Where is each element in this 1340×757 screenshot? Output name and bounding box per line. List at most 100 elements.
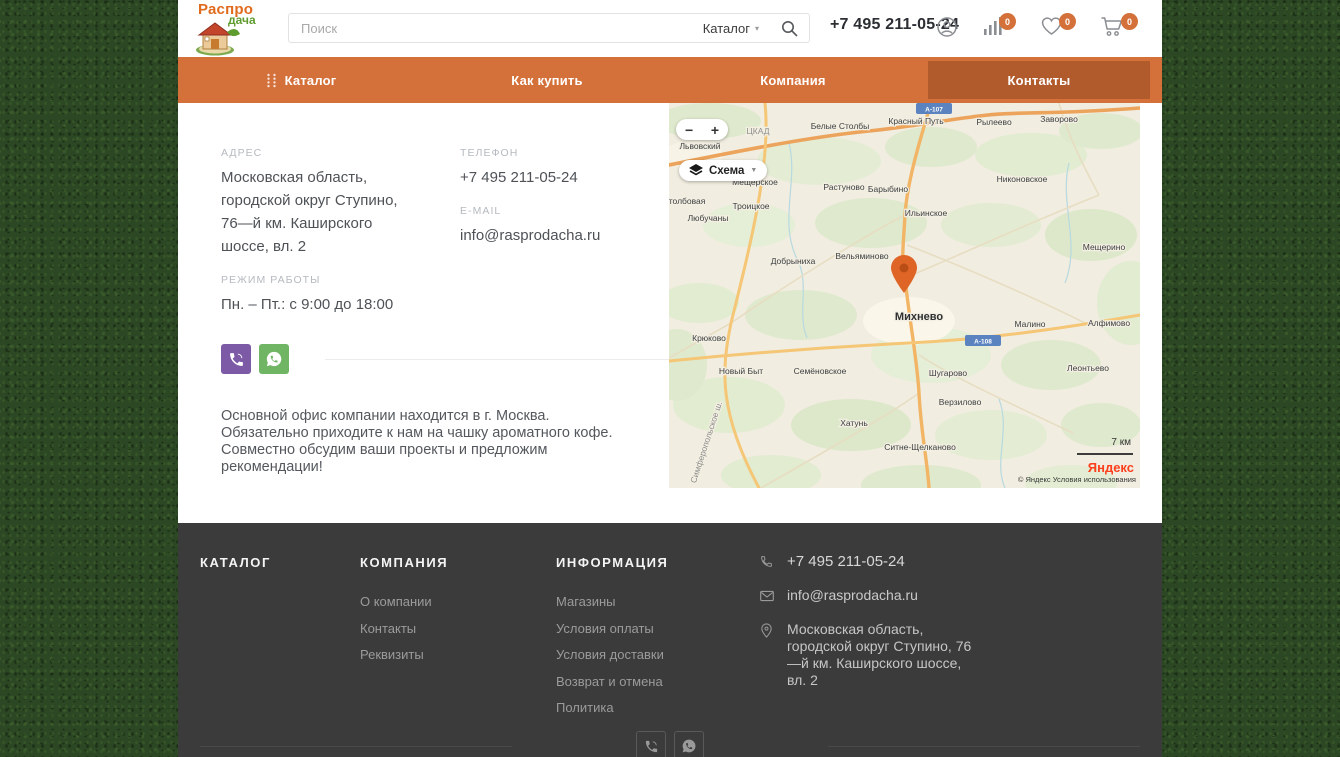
header-icons: 0 0 0 [936,13,1138,38]
map-place-label: Белые Столбы [811,121,870,131]
map-place-label: Михнево [895,311,943,323]
office-description: Основной офис компании находится в г. Мо… [221,408,641,476]
map-place-label: Алфимово [1088,318,1130,328]
footer-viber-button[interactable] [636,731,666,757]
compare-count-badge: 0 [999,13,1016,30]
map-layer-button[interactable]: Схема ▼ [679,160,767,181]
map-place-label: Малино [1014,319,1045,329]
nav-label: Компания [760,73,825,88]
chevron-down-icon: ▾ [755,24,759,33]
cart-button[interactable]: 0 [1100,13,1138,37]
phone-call-icon [228,351,245,368]
logo-house-icon [194,20,240,56]
compare-button[interactable]: 0 [982,13,1016,36]
map-place-label: Новый Быт [719,366,763,376]
map-place-label: Красный Путь [888,116,944,126]
footer-address: Московская область, городской округ Ступ… [787,621,977,689]
logo[interactable]: Распро дача [188,1,272,56]
footer: КАТАЛОГ КОМПАНИЯ О компанииКонтактыРекви… [178,523,1162,757]
address-label: АДРЕС [221,147,416,159]
map-place-label: Львовский [679,141,720,151]
user-icon [936,16,958,38]
search-button[interactable] [769,14,809,42]
map-attribution[interactable]: © Яндекс Условия использования [1018,475,1136,484]
map-place-label: Заворово [1040,114,1078,124]
footer-phone-row[interactable]: +7 495 211-05-24 [760,553,1000,573]
description-line: Совместно обсудим ваши проекты и предлож… [221,442,641,476]
layers-icon [689,164,703,177]
email-label: E-MAIL [460,205,640,217]
map-place-label: Хатунь [840,418,868,428]
footer-address-row: Московская область, городской округ Ступ… [760,621,1000,689]
viber-button[interactable] [221,344,251,374]
favorites-count-badge: 0 [1059,13,1076,30]
search-category-select[interactable]: Каталог ▾ [693,21,769,36]
nav-label: Каталог [285,73,337,88]
cart-count-badge: 0 [1121,13,1138,30]
footer-link[interactable]: Реквизиты [360,645,556,665]
svg-text:А-108: А-108 [974,339,992,346]
search-category-label: Каталог [703,21,750,36]
phone-icon [760,555,773,568]
map-place-label: Семёновское [794,366,847,376]
footer-column-company: КОМПАНИЯ О компанииКонтактыРеквизиты [360,555,556,725]
map-place-label: Шугарово [929,368,968,378]
footer-column-catalog: КАТАЛОГ [200,555,360,725]
search-bar: Каталог ▾ [288,13,810,43]
yandex-map[interactable]: ЛьвовскийЦКАДБелые СтолбыКрасный ПутьРыл… [669,103,1140,488]
nav-item-how-to-buy[interactable]: Как купить [511,73,582,88]
footer-column-title: ИНФОРМАЦИЯ [556,555,759,570]
nav-label: Как купить [511,73,582,88]
footer-email: info@rasprodacha.ru [787,587,918,603]
hours-label: РЕЖИМ РАБОТЫ [221,274,416,286]
footer-link[interactable]: Возврат и отмена [556,672,759,692]
footer-link[interactable]: Условия доставки [556,645,759,665]
footer-email-row[interactable]: info@rasprodacha.ru [760,587,1000,607]
nav-label: Контакты [1008,73,1071,88]
header: Распро дача Каталог ▾ [178,0,1162,57]
map-zoom-control: − + [676,119,728,140]
zoom-in-button[interactable]: + [711,123,719,137]
email-value[interactable]: info@rasprodacha.ru [460,224,640,247]
nav-item-company[interactable]: Компания [760,73,825,88]
svg-text:А-107: А-107 [925,107,943,114]
footer-link[interactable]: Политика [556,698,759,718]
account-button[interactable] [936,13,958,38]
footer-contacts: +7 495 211-05-24 info@rasprodacha.ru [760,553,1000,703]
map-place-label: Троицкое [732,201,769,211]
yandex-logo[interactable]: Яндекс [1088,460,1134,475]
road-badge: А-107 [916,103,952,114]
map-place-label: Никоновское [997,174,1048,184]
whatsapp-button[interactable] [259,344,289,374]
footer-phone: +7 495 211-05-24 [787,553,905,570]
favorites-button[interactable]: 0 [1040,13,1076,36]
zoom-out-button[interactable]: − [685,123,693,137]
divider [200,746,512,747]
map-place-label: Верзилово [939,397,982,407]
map-place-label: Мещерино [1083,242,1126,252]
main-nav: Каталог Как купить Компания Контакты [178,57,1162,103]
search-input[interactable] [289,21,693,36]
map-place-label: Любучаны [688,213,729,223]
footer-link[interactable]: Условия оплаты [556,619,759,639]
footer-link[interactable]: Контакты [360,619,556,639]
map-scale-label: 7 км [1111,437,1131,448]
chevron-down-icon: ▼ [750,167,757,174]
nav-item-catalog[interactable]: Каталог [266,73,337,88]
road-badge: А-108 [965,335,1001,346]
whatsapp-icon [681,738,697,754]
grid-icon [266,73,277,88]
footer-column-info: ИНФОРМАЦИЯ Магазины Условия оплаты Условия… [556,555,759,725]
map-place-label: Ситне-Щелканово [884,442,956,452]
map-place-label: Барыбино [868,184,908,194]
nav-item-contacts-active[interactable]: Контакты [928,61,1150,99]
contact-info-block: АДРЕС Московская область, городской окру… [221,147,641,476]
footer-whatsapp-button[interactable] [674,731,704,757]
footer-link[interactable]: О компании [360,592,556,612]
map-scale-bar [1077,453,1133,455]
map-place-label: Столбовая [669,196,706,206]
location-pin-icon [760,623,773,638]
footer-link[interactable]: Магазины [556,592,759,612]
map-place-label: Ильинское [905,208,948,218]
phone-value[interactable]: +7 495 211-05-24 [460,166,640,189]
